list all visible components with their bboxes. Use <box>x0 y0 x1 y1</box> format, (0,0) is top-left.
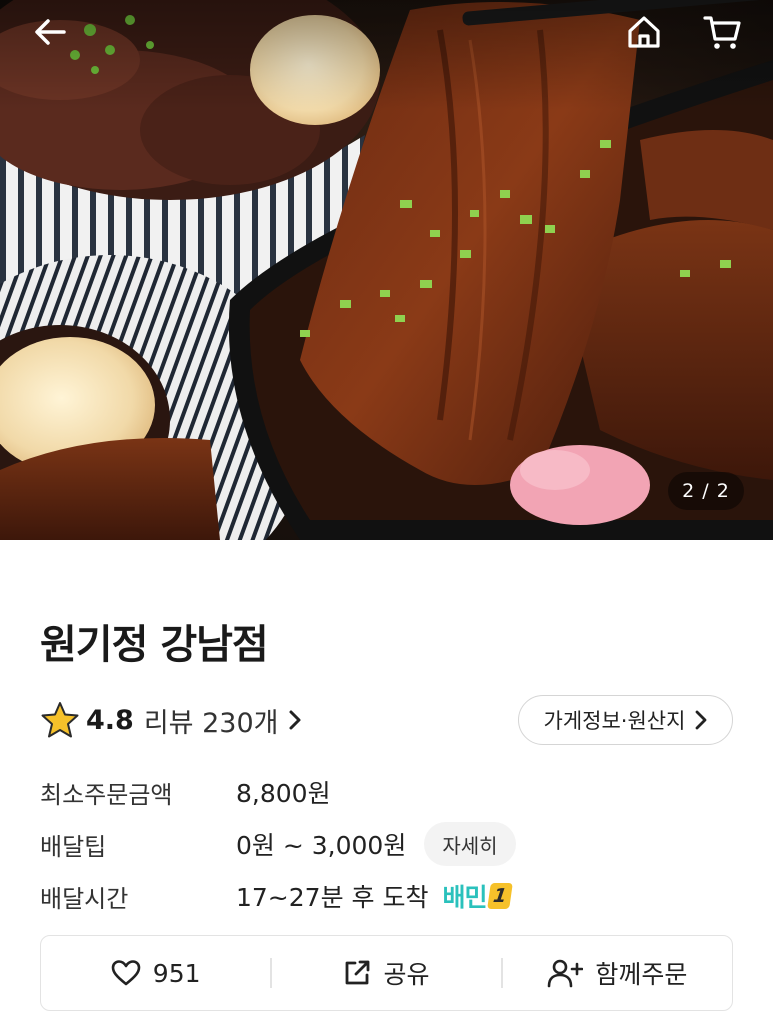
review-count: 리뷰 230개 <box>143 707 279 739</box>
min-order-value: 8,800원 <box>236 779 331 808</box>
delivery-tip-row: 배달팁 0원 ~ 3,000원 자세히 <box>40 822 516 866</box>
share-icon <box>346 960 370 985</box>
rating-review-link[interactable]: 4.8 리뷰 230개 <box>40 698 302 742</box>
cart-icon <box>703 16 741 49</box>
image-counter: 2 / 2 <box>668 472 744 510</box>
store-info-origin-button[interactable]: 가게정보·원산지 <box>518 695 733 745</box>
baemin1-badge: 배민 1 <box>442 878 514 914</box>
delivery-time-value: 17~27분 후 도착 <box>236 883 429 912</box>
share-label: 공유 <box>383 960 430 989</box>
hero-image-carousel[interactable]: 2 / 2 <box>0 0 773 540</box>
delivery-time-label: 배달시간 <box>40 884 129 913</box>
like-count: 951 <box>152 958 201 988</box>
chevron-right-icon <box>289 710 301 730</box>
baemin-badge-number: 1 <box>487 883 514 909</box>
store-info-origin-label: 가게정보·원산지 <box>543 709 686 733</box>
min-order-label: 최소주문금액 <box>40 780 173 809</box>
chevron-right-icon <box>696 710 707 730</box>
delivery-tip-label: 배달팁 <box>40 832 107 861</box>
back-arrow-icon <box>35 19 66 45</box>
home-button[interactable] <box>622 10 666 54</box>
action-bar: 951 공유 함께주문 <box>40 935 733 1011</box>
back-button[interactable] <box>28 10 72 54</box>
delivery-tip-value: 0원 ~ 3,000원 <box>236 831 407 860</box>
group-order-button[interactable]: 함께주문 <box>503 936 732 1010</box>
home-icon <box>628 16 660 48</box>
add-person-icon <box>548 959 584 988</box>
delivery-time-row: 배달시간 17~27분 후 도착 배민 1 <box>40 876 514 916</box>
star-icon <box>41 702 79 738</box>
share-button[interactable]: 공유 <box>272 936 501 1010</box>
min-order-row: 최소주문금액 8,800원 <box>40 772 331 812</box>
like-button[interactable]: 951 <box>41 936 270 1010</box>
heart-icon <box>111 960 141 986</box>
delivery-tip-detail-button[interactable]: 자세히 <box>424 822 516 866</box>
store-name: 원기정 강남점 <box>40 622 269 668</box>
rating-value: 4.8 <box>86 704 134 736</box>
group-order-label: 함께주문 <box>595 960 688 989</box>
cart-button[interactable] <box>700 10 744 54</box>
baemin-badge-text: 배민 <box>442 883 487 912</box>
